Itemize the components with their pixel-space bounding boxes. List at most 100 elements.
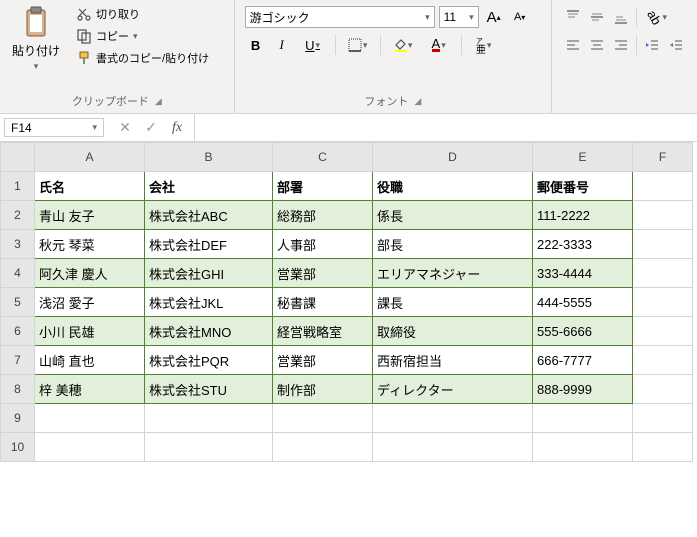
- column-header[interactable]: C: [273, 143, 373, 172]
- cell[interactable]: ディレクター: [373, 375, 533, 404]
- cell[interactable]: 666-7777: [533, 346, 633, 375]
- row-header[interactable]: 4: [1, 259, 35, 288]
- cell[interactable]: 株式会社STU: [145, 375, 273, 404]
- cell[interactable]: 人事部: [273, 230, 373, 259]
- cell[interactable]: [633, 201, 693, 230]
- italic-button[interactable]: I: [271, 34, 293, 56]
- cell[interactable]: [35, 404, 145, 433]
- cancel-button[interactable]: ✕: [112, 114, 138, 141]
- cell[interactable]: 小川 民雄: [35, 317, 145, 346]
- cell[interactable]: 222-3333: [533, 230, 633, 259]
- cell[interactable]: [633, 288, 693, 317]
- align-middle-button[interactable]: [586, 6, 608, 28]
- column-header[interactable]: B: [145, 143, 273, 172]
- cell[interactable]: 経営戦略室: [273, 317, 373, 346]
- cell[interactable]: 役職: [373, 172, 533, 201]
- cell[interactable]: 青山 友子: [35, 201, 145, 230]
- cell[interactable]: 梓 美穂: [35, 375, 145, 404]
- cell[interactable]: 株式会社JKL: [145, 288, 273, 317]
- copy-button[interactable]: コピー ▾: [72, 26, 213, 46]
- column-header[interactable]: E: [533, 143, 633, 172]
- cell[interactable]: [633, 375, 693, 404]
- cell[interactable]: 株式会社PQR: [145, 346, 273, 375]
- cell[interactable]: 郵便番号: [533, 172, 633, 201]
- cell[interactable]: 課長: [373, 288, 533, 317]
- cell[interactable]: 株式会社ABC: [145, 201, 273, 230]
- cell[interactable]: [145, 404, 273, 433]
- formula-input[interactable]: [195, 114, 697, 141]
- row-header[interactable]: 1: [1, 172, 35, 201]
- borders-button[interactable]: ▾: [342, 34, 374, 56]
- spreadsheet-grid[interactable]: ABCDEF1氏名会社部署役職郵便番号2青山 友子株式会社ABC総務部係長111…: [0, 142, 697, 537]
- cell[interactable]: [145, 433, 273, 462]
- cell[interactable]: 氏名: [35, 172, 145, 201]
- row-header[interactable]: 8: [1, 375, 35, 404]
- align-left-button[interactable]: [562, 34, 584, 56]
- cell[interactable]: [533, 433, 633, 462]
- cell[interactable]: 部署: [273, 172, 373, 201]
- row-header[interactable]: 10: [1, 433, 35, 462]
- cut-button[interactable]: 切り取り: [72, 4, 213, 24]
- cell[interactable]: [633, 259, 693, 288]
- cell[interactable]: [633, 346, 693, 375]
- row-header[interactable]: 9: [1, 404, 35, 433]
- cell[interactable]: [633, 230, 693, 259]
- enter-button[interactable]: ✓: [138, 114, 164, 141]
- align-top-button[interactable]: [562, 6, 584, 28]
- underline-button[interactable]: U▾: [297, 34, 329, 56]
- cell[interactable]: 秘書課: [273, 288, 373, 317]
- column-header[interactable]: A: [35, 143, 145, 172]
- cell[interactable]: [35, 433, 145, 462]
- cell[interactable]: エリアマネジャー: [373, 259, 533, 288]
- row-header[interactable]: 7: [1, 346, 35, 375]
- row-header[interactable]: 6: [1, 317, 35, 346]
- cell[interactable]: 総務部: [273, 201, 373, 230]
- cell[interactable]: [533, 404, 633, 433]
- row-header[interactable]: 5: [1, 288, 35, 317]
- name-box[interactable]: F14 ▾: [4, 118, 104, 137]
- phonetic-button[interactable]: ア亜▾: [468, 34, 500, 56]
- cell[interactable]: 西新宿担当: [373, 346, 533, 375]
- column-header[interactable]: D: [373, 143, 533, 172]
- cell[interactable]: [633, 317, 693, 346]
- cell[interactable]: 株式会社GHI: [145, 259, 273, 288]
- align-center-button[interactable]: [586, 34, 608, 56]
- cell[interactable]: [633, 404, 693, 433]
- cell[interactable]: 制作部: [273, 375, 373, 404]
- increase-indent-button[interactable]: [665, 34, 687, 56]
- cell[interactable]: 株式会社MNO: [145, 317, 273, 346]
- font-name-combo[interactable]: 游ゴシック ▾: [245, 6, 435, 28]
- row-header[interactable]: 2: [1, 201, 35, 230]
- cell[interactable]: 阿久津 慶人: [35, 259, 145, 288]
- cell[interactable]: 444-5555: [533, 288, 633, 317]
- cell[interactable]: 部長: [373, 230, 533, 259]
- cell[interactable]: 888-9999: [533, 375, 633, 404]
- cell[interactable]: 取締役: [373, 317, 533, 346]
- dialog-launcher-icon[interactable]: ◢: [414, 96, 421, 107]
- row-header[interactable]: 3: [1, 230, 35, 259]
- bold-button[interactable]: B: [245, 34, 267, 56]
- align-right-button[interactable]: [610, 34, 632, 56]
- orientation-button[interactable]: ab▾: [641, 6, 673, 28]
- cell[interactable]: 秋元 琴菜: [35, 230, 145, 259]
- cell[interactable]: 営業部: [273, 346, 373, 375]
- cell[interactable]: 333-4444: [533, 259, 633, 288]
- cell[interactable]: [373, 433, 533, 462]
- cell[interactable]: [633, 433, 693, 462]
- fill-color-button[interactable]: ▾: [387, 34, 419, 56]
- cell[interactable]: [373, 404, 533, 433]
- dialog-launcher-icon[interactable]: ◢: [155, 96, 162, 107]
- select-all-corner[interactable]: [1, 143, 35, 172]
- font-size-combo[interactable]: 11 ▾: [439, 6, 479, 28]
- cell[interactable]: 株式会社DEF: [145, 230, 273, 259]
- cell[interactable]: 山崎 直也: [35, 346, 145, 375]
- font-color-button[interactable]: A▾: [423, 34, 455, 56]
- format-painter-button[interactable]: 書式のコピー/貼り付け: [72, 48, 213, 68]
- cell[interactable]: [633, 172, 693, 201]
- increase-font-button[interactable]: A▴: [483, 6, 505, 28]
- align-bottom-button[interactable]: [610, 6, 632, 28]
- insert-function-button[interactable]: fx: [164, 114, 190, 141]
- cell[interactable]: 会社: [145, 172, 273, 201]
- cell[interactable]: [273, 404, 373, 433]
- cell[interactable]: [273, 433, 373, 462]
